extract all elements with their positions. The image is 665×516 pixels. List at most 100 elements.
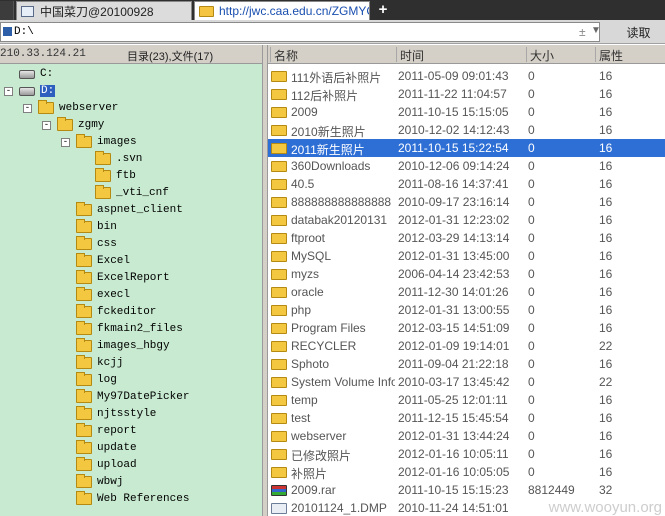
tree-node[interactable]: css bbox=[76, 236, 117, 252]
tree-node[interactable]: Web References bbox=[76, 491, 189, 507]
tree-node-label: aspnet_client bbox=[97, 204, 183, 216]
file-row[interactable]: databak20120131 2012-01-31 12:23:02 0 16 bbox=[268, 211, 665, 229]
file-size: 0 bbox=[528, 303, 535, 317]
tab-chopper[interactable]: 中国菜刀@20100928 bbox=[16, 1, 192, 20]
file-row[interactable]: 补照片 2012-01-16 10:05:05 0 16 bbox=[268, 463, 665, 481]
file-row[interactable]: ftproot 2012-03-29 14:13:14 0 16 bbox=[268, 229, 665, 247]
file-attr: 16 bbox=[599, 123, 613, 137]
folder-icon bbox=[271, 305, 287, 316]
tree-node[interactable]: upload bbox=[76, 457, 137, 473]
tab-url[interactable]: http://jwc.caa.edu.cn/ZGMYC × bbox=[194, 1, 370, 20]
file-size: 0 bbox=[528, 195, 535, 209]
file-row[interactable]: myzs 2006-04-14 23:42:53 0 16 bbox=[268, 265, 665, 283]
tree-node[interactable]: report bbox=[76, 423, 137, 439]
tree-node[interactable]: .svn bbox=[95, 151, 142, 167]
file-row[interactable]: RECYCLER 2012-01-09 19:14:01 0 22 bbox=[268, 337, 665, 355]
file-row[interactable]: Program Files 2012-03-15 14:51:09 0 16 bbox=[268, 319, 665, 337]
file-size: 0 bbox=[528, 267, 535, 281]
file-row[interactable]: System Volume Information2010-03-17 13:4… bbox=[268, 373, 665, 391]
chevron-down-icon[interactable]: ▼ bbox=[591, 25, 601, 36]
tree-node[interactable]: images_hbgy bbox=[76, 338, 170, 354]
tree-node[interactable]: - zgmy bbox=[42, 117, 104, 133]
file-row[interactable]: 2011新生照片 2011-10-15 15:22:54 0 16 bbox=[268, 139, 665, 157]
file-size: 0 bbox=[528, 177, 535, 191]
tree-node[interactable]: njtsstyle bbox=[76, 406, 156, 422]
column-header-size[interactable]: 大小 bbox=[526, 47, 554, 63]
file-row[interactable]: 112后补照片 2011-11-22 11:04:57 0 16 bbox=[268, 85, 665, 103]
folder-icon bbox=[271, 341, 287, 352]
file-row[interactable]: oracle 2011-12-30 14:01:26 0 16 bbox=[268, 283, 665, 301]
file-row[interactable]: test 2011-12-15 15:45:54 0 16 bbox=[268, 409, 665, 427]
file-row[interactable]: 2009 2011-10-15 15:15:05 0 16 bbox=[268, 103, 665, 121]
archive-icon bbox=[271, 485, 287, 496]
file-row[interactable]: 111外语后补照片 2011-05-09 09:01:43 0 16 bbox=[268, 67, 665, 85]
file-row[interactable]: 2009.rar 2011-10-15 15:15:23 8812449 32 bbox=[268, 481, 665, 499]
file-attr: 22 bbox=[599, 375, 613, 389]
file-row[interactable]: 2010新生照片 2010-12-02 14:12:43 0 16 bbox=[268, 121, 665, 139]
file-time: 2012-01-09 19:14:01 bbox=[398, 339, 510, 353]
collapse-toggle-icon[interactable]: - bbox=[61, 137, 70, 147]
tab-0[interactable] bbox=[0, 1, 14, 20]
tree-node[interactable]: wbwj bbox=[76, 474, 123, 490]
collapse-toggle-icon[interactable]: - bbox=[4, 86, 13, 96]
tree-node[interactable]: ExcelReport bbox=[76, 270, 170, 286]
tree-node[interactable]: _vti_cnf bbox=[95, 185, 169, 201]
file-row[interactable]: temp 2011-05-25 12:01:11 0 16 bbox=[268, 391, 665, 409]
file-row[interactable]: MySQL 2012-01-31 13:45:00 0 16 bbox=[268, 247, 665, 265]
tree-node[interactable]: fkmain2_files bbox=[76, 321, 183, 337]
tree-node[interactable]: - images bbox=[61, 134, 137, 150]
column-header-attr[interactable]: 属性 bbox=[595, 47, 623, 63]
tree-node[interactable]: execl bbox=[76, 287, 130, 303]
folder-icon bbox=[57, 117, 73, 131]
column-header-name[interactable]: 名称 bbox=[270, 47, 298, 63]
tree-node[interactable]: Excel bbox=[76, 253, 130, 269]
file-row[interactable]: 360Downloads 2010-12-06 09:14:24 0 16 bbox=[268, 157, 665, 175]
tree-node[interactable]: - D: bbox=[4, 83, 56, 99]
tree-node[interactable]: C: bbox=[19, 66, 53, 82]
file-row[interactable]: 已修改照片 2012-01-16 10:05:11 0 16 bbox=[268, 445, 665, 463]
tree-node[interactable]: My97DatePicker bbox=[76, 389, 189, 405]
file-list[interactable]: 111外语后补照片 2011-05-09 09:01:43 0 16 112后补照片 20… bbox=[268, 64, 665, 516]
file-row[interactable]: 888888888888888 2010-09-17 23:16:14 0 16 bbox=[268, 193, 665, 211]
folder-icon bbox=[76, 236, 92, 250]
file-size: 0 bbox=[528, 249, 535, 263]
up-icon[interactable]: ± bbox=[579, 25, 586, 39]
drive-icon bbox=[19, 86, 35, 96]
file-row[interactable]: 40.5 2011-08-16 14:37:41 0 16 bbox=[268, 175, 665, 193]
tree-node[interactable]: fckeditor bbox=[76, 304, 156, 320]
file-attr: 16 bbox=[599, 87, 613, 101]
file-icon bbox=[271, 503, 287, 514]
tree-node-label: bin bbox=[97, 221, 117, 233]
collapse-toggle-icon[interactable]: - bbox=[23, 103, 32, 113]
folder-icon bbox=[76, 219, 92, 233]
folder-icon bbox=[271, 143, 287, 154]
dir-file-counts: 目录(23),文件(17) bbox=[127, 51, 214, 63]
file-row[interactable]: webserver 2012-01-31 13:44:24 0 16 bbox=[268, 427, 665, 445]
tree-node-label: C: bbox=[40, 68, 54, 80]
tree-node[interactable]: log bbox=[76, 372, 117, 388]
tree-node[interactable]: bin bbox=[76, 219, 117, 235]
path-input[interactable] bbox=[14, 24, 554, 40]
file-name: System Volume Information bbox=[291, 375, 395, 389]
tree-node[interactable]: - webserver bbox=[23, 100, 118, 116]
file-name: myzs bbox=[291, 267, 319, 281]
tree-node[interactable]: aspnet_client bbox=[76, 202, 183, 218]
read-button[interactable]: 读取 bbox=[612, 22, 665, 42]
folder-icon bbox=[199, 5, 214, 17]
file-row[interactable]: php 2012-01-31 13:00:55 0 16 bbox=[268, 301, 665, 319]
collapse-toggle-icon[interactable]: - bbox=[42, 120, 51, 130]
directory-tree[interactable]: C: - D: - webserver - zgmy - images .svn ftb _vti_c… bbox=[0, 64, 262, 516]
folder-icon bbox=[76, 202, 92, 216]
file-attr: 16 bbox=[599, 303, 613, 317]
tree-node-label: _vti_cnf bbox=[116, 187, 169, 199]
folder-icon bbox=[271, 377, 287, 388]
column-header-time[interactable]: 时间 bbox=[396, 47, 424, 63]
file-row[interactable]: Sphoto 2011-09-04 21:22:18 0 16 bbox=[268, 355, 665, 373]
new-tab-button[interactable]: + bbox=[374, 1, 392, 19]
tree-node[interactable]: ftb bbox=[95, 168, 136, 184]
tree-node[interactable]: update bbox=[76, 440, 137, 456]
tree-node[interactable]: kcjj bbox=[76, 355, 123, 371]
tree-node-label: images_hbgy bbox=[97, 340, 170, 352]
file-time: 2011-11-22 11:04:57 bbox=[398, 87, 507, 101]
folder-icon bbox=[95, 168, 111, 182]
